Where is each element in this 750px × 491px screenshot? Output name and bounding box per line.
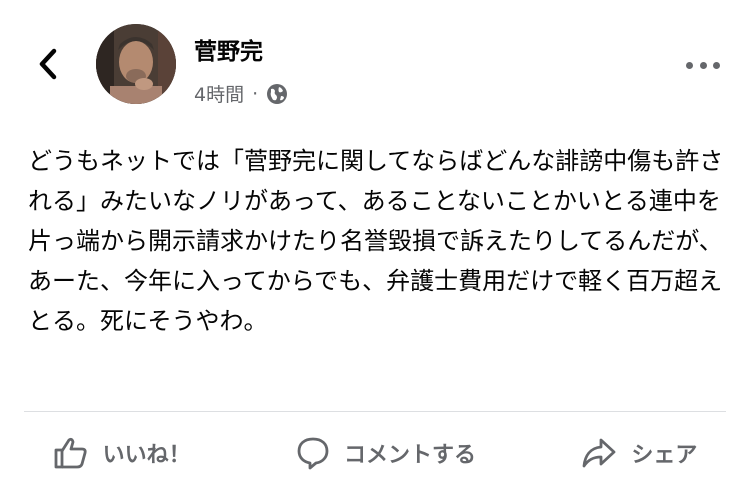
share-label: シェア — [631, 443, 698, 468]
meta-separator: · — [252, 82, 259, 105]
author-name[interactable]: 菅野完 — [194, 32, 263, 66]
more-options-button[interactable] — [686, 58, 720, 72]
avatar-photo — [96, 24, 176, 104]
thumbs-up-icon — [54, 437, 87, 469]
post-timestamp[interactable]: 4時間 — [194, 80, 244, 107]
post-body-text: どうもネットでは「菅野完に関してならばどんな誹謗中傷も許される」みたいなノリがあ… — [28, 147, 724, 335]
chevron-left-icon — [39, 48, 57, 80]
share-button[interactable]: シェア — [581, 437, 697, 469]
comment-icon — [297, 437, 329, 470]
more-dots-icon — [686, 61, 693, 69]
divider — [24, 411, 726, 412]
share-arrow-icon — [582, 438, 616, 468]
globe-icon — [267, 83, 288, 104]
back-button[interactable] — [28, 42, 68, 86]
post-meta: 4時間 · — [194, 80, 288, 107]
avatar[interactable] — [96, 24, 176, 104]
like-label: いいね！ — [102, 443, 191, 468]
comment-button[interactable]: コメントする — [296, 436, 476, 470]
like-button[interactable]: いいね！ — [53, 436, 191, 470]
comment-label: コメントする — [343, 443, 476, 468]
post-actions-bar: いいね！ コメントする シェア — [0, 428, 750, 478]
